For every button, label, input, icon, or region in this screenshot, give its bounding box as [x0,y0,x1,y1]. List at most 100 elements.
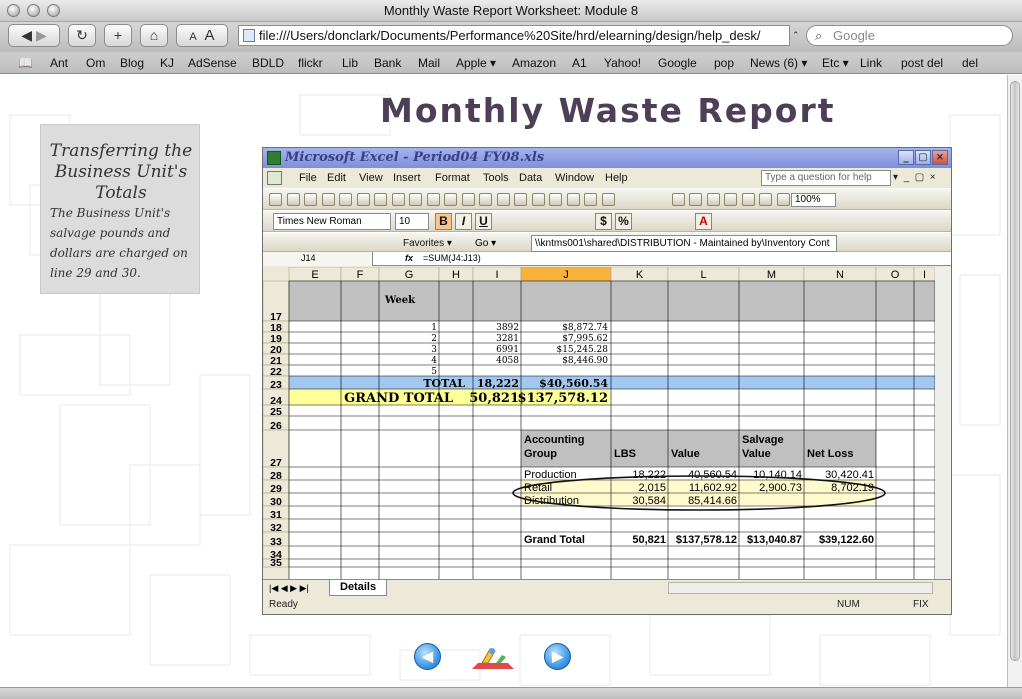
bookmark-item[interactable]: BDLD [252,52,284,74]
url-dropdown-icon[interactable]: ⌃ [792,30,800,41]
total-label: TOTAL [423,377,465,390]
bookmark-item[interactable]: flickr [298,52,323,74]
excel-favorites: Favorites ▾ [403,238,452,249]
excel-doc-icon [267,171,282,185]
bookmark-item[interactable]: Lib [342,52,358,74]
page-scroll-thumb[interactable] [1010,81,1020,661]
bookmark-item[interactable]: AdSense [188,52,237,74]
week-number: 2 [431,334,437,344]
excel-toolbar-icon [321,193,335,206]
excel-menu-item: Format [435,172,470,184]
minimize-window-button[interactable] [27,4,40,17]
week-row-bg [289,321,935,332]
excel-toolbar-icon [724,193,737,206]
excel-toolbar-icon [706,193,720,206]
summary-total-net: $39,122.60 [819,534,874,546]
week-number: 1 [431,323,437,333]
excel-font-size: 10 [395,213,429,230]
column-header-label: E [311,269,318,281]
excel-help-placeholder: Type a question for help [765,172,872,183]
excel-toolbar-icon [689,193,702,206]
pencil-home-icon [472,648,514,669]
page-scrollbar[interactable] [1007,75,1022,687]
excel-toolbar-icon [409,193,422,206]
back-forward-buttons[interactable]: ◀ ▶ [8,24,60,47]
reload-icon: ↻ [76,27,88,43]
summary-lbs: 18,222 [632,469,666,481]
excel-menu-item: Insert [393,172,421,184]
bookmark-item[interactable]: Mail [418,52,440,74]
url-text[interactable]: file:///Users/donclark/Documents/Perform… [259,28,760,43]
excel-underline-icon: U [475,213,492,230]
bookmark-item[interactable]: del [962,52,978,74]
excel-title: Microsoft Excel - Period04 FY08.xls [285,150,545,165]
excel-status-ready: Ready [269,599,298,610]
next-button[interactable]: ▶ [544,643,571,670]
week-number: 4 [431,356,437,366]
bookmark-item[interactable]: pop [714,52,734,74]
grand-total-lbs: 50,821 [469,391,519,406]
excel-toolbar-icon [374,193,387,206]
forward-arrow-icon[interactable]: ▶ [36,27,47,43]
excel-font-name: Times New Roman [273,213,391,230]
close-window-button[interactable] [7,4,20,17]
bookmark-item[interactable]: Om [86,52,105,74]
summary-header-group-1: Accounting [524,434,585,446]
excel-toolbar-icon [741,193,755,206]
excel-status-fix: FIX [913,599,929,610]
home-nav-button[interactable] [468,643,518,673]
bookmark-item[interactable]: Apple ▾ [456,52,496,74]
bookmark-item[interactable]: A1 [572,52,587,74]
address-bar[interactable]: file:///Users/donclark/Documents/Perform… [238,25,790,46]
back-arrow-icon[interactable]: ◀ [21,27,32,43]
bookmark-item[interactable]: Yahoo! [604,52,641,74]
bookmark-item[interactable]: post del [901,52,943,74]
summary-header-salvage-2: Value [742,448,771,460]
week-dollars: $7,995.62 [562,334,608,344]
column-header-label: H [452,269,460,281]
excel-fx-icon: fx [405,253,414,263]
excel-tab-bar: |◀ ◀ ▶ ▶| Details [263,579,951,596]
summary-value: 11,602.92 [689,482,737,494]
bookmark-item[interactable]: Link [860,52,882,74]
excel-toolbar-icon [479,193,492,206]
bookmarks-bar: 📖 Ant Om Blog KJ AdSense BDLD flickr Lib Bank Mai… [0,52,1022,74]
week-number: 5 [431,367,437,377]
text-smaller-button[interactable]: A [189,31,196,43]
excel-status-bar: Ready NUM FIX [263,596,951,614]
bookmark-item[interactable]: KJ [160,52,174,74]
week-row-bg [289,365,935,376]
summary-total-value: $137,578.12 [676,534,737,546]
home-icon: ⌂ [149,27,159,43]
excel-toolbar-icon [444,193,457,206]
grand-total-dollars: $137,578.12 [518,391,608,406]
reload-button[interactable]: ↻ [68,24,96,47]
bookmarks-book-icon[interactable]: 📖 [18,52,33,74]
excel-toolbar-icon [549,193,562,206]
bookmark-item[interactable]: Etc ▾ [822,52,849,74]
summary-value: 40,560.54 [688,469,737,481]
bookmark-item[interactable]: Ant [50,52,68,74]
page-icon [243,29,255,42]
bookmark-item[interactable]: Amazon [512,52,556,74]
search-input[interactable]: ⌕ Google [806,25,1013,46]
text-size-buttons[interactable]: A A [176,24,228,47]
back-button[interactable]: ◀ [414,643,441,670]
excel-titlebar: Microsoft Excel - Period04 FY08.xls _ ▢ … [263,148,951,168]
bookmark-item[interactable]: Blog [120,52,144,74]
excel-menu-item: Edit [327,172,346,184]
add-bookmark-button[interactable]: + [104,24,132,47]
total-dollars: $40,560.54 [539,377,608,390]
bookmark-item[interactable]: Google [658,52,697,74]
week-dollars: $15,245.28 [556,345,608,355]
text-larger-button[interactable]: A [205,27,215,44]
home-button[interactable]: ⌂ [140,24,168,47]
bookmark-item[interactable]: Bank [374,52,401,74]
right-arrow-icon: ▶ [552,648,563,664]
window-bottom-bar [0,687,1022,699]
bookmark-item[interactable]: News (6) ▾ [750,52,807,74]
grand-total-label: GRAND TOTAL [344,391,453,406]
excel-toolbar-icon [496,193,510,206]
zoom-window-button[interactable] [47,4,60,17]
column-header-label: J [563,269,569,281]
